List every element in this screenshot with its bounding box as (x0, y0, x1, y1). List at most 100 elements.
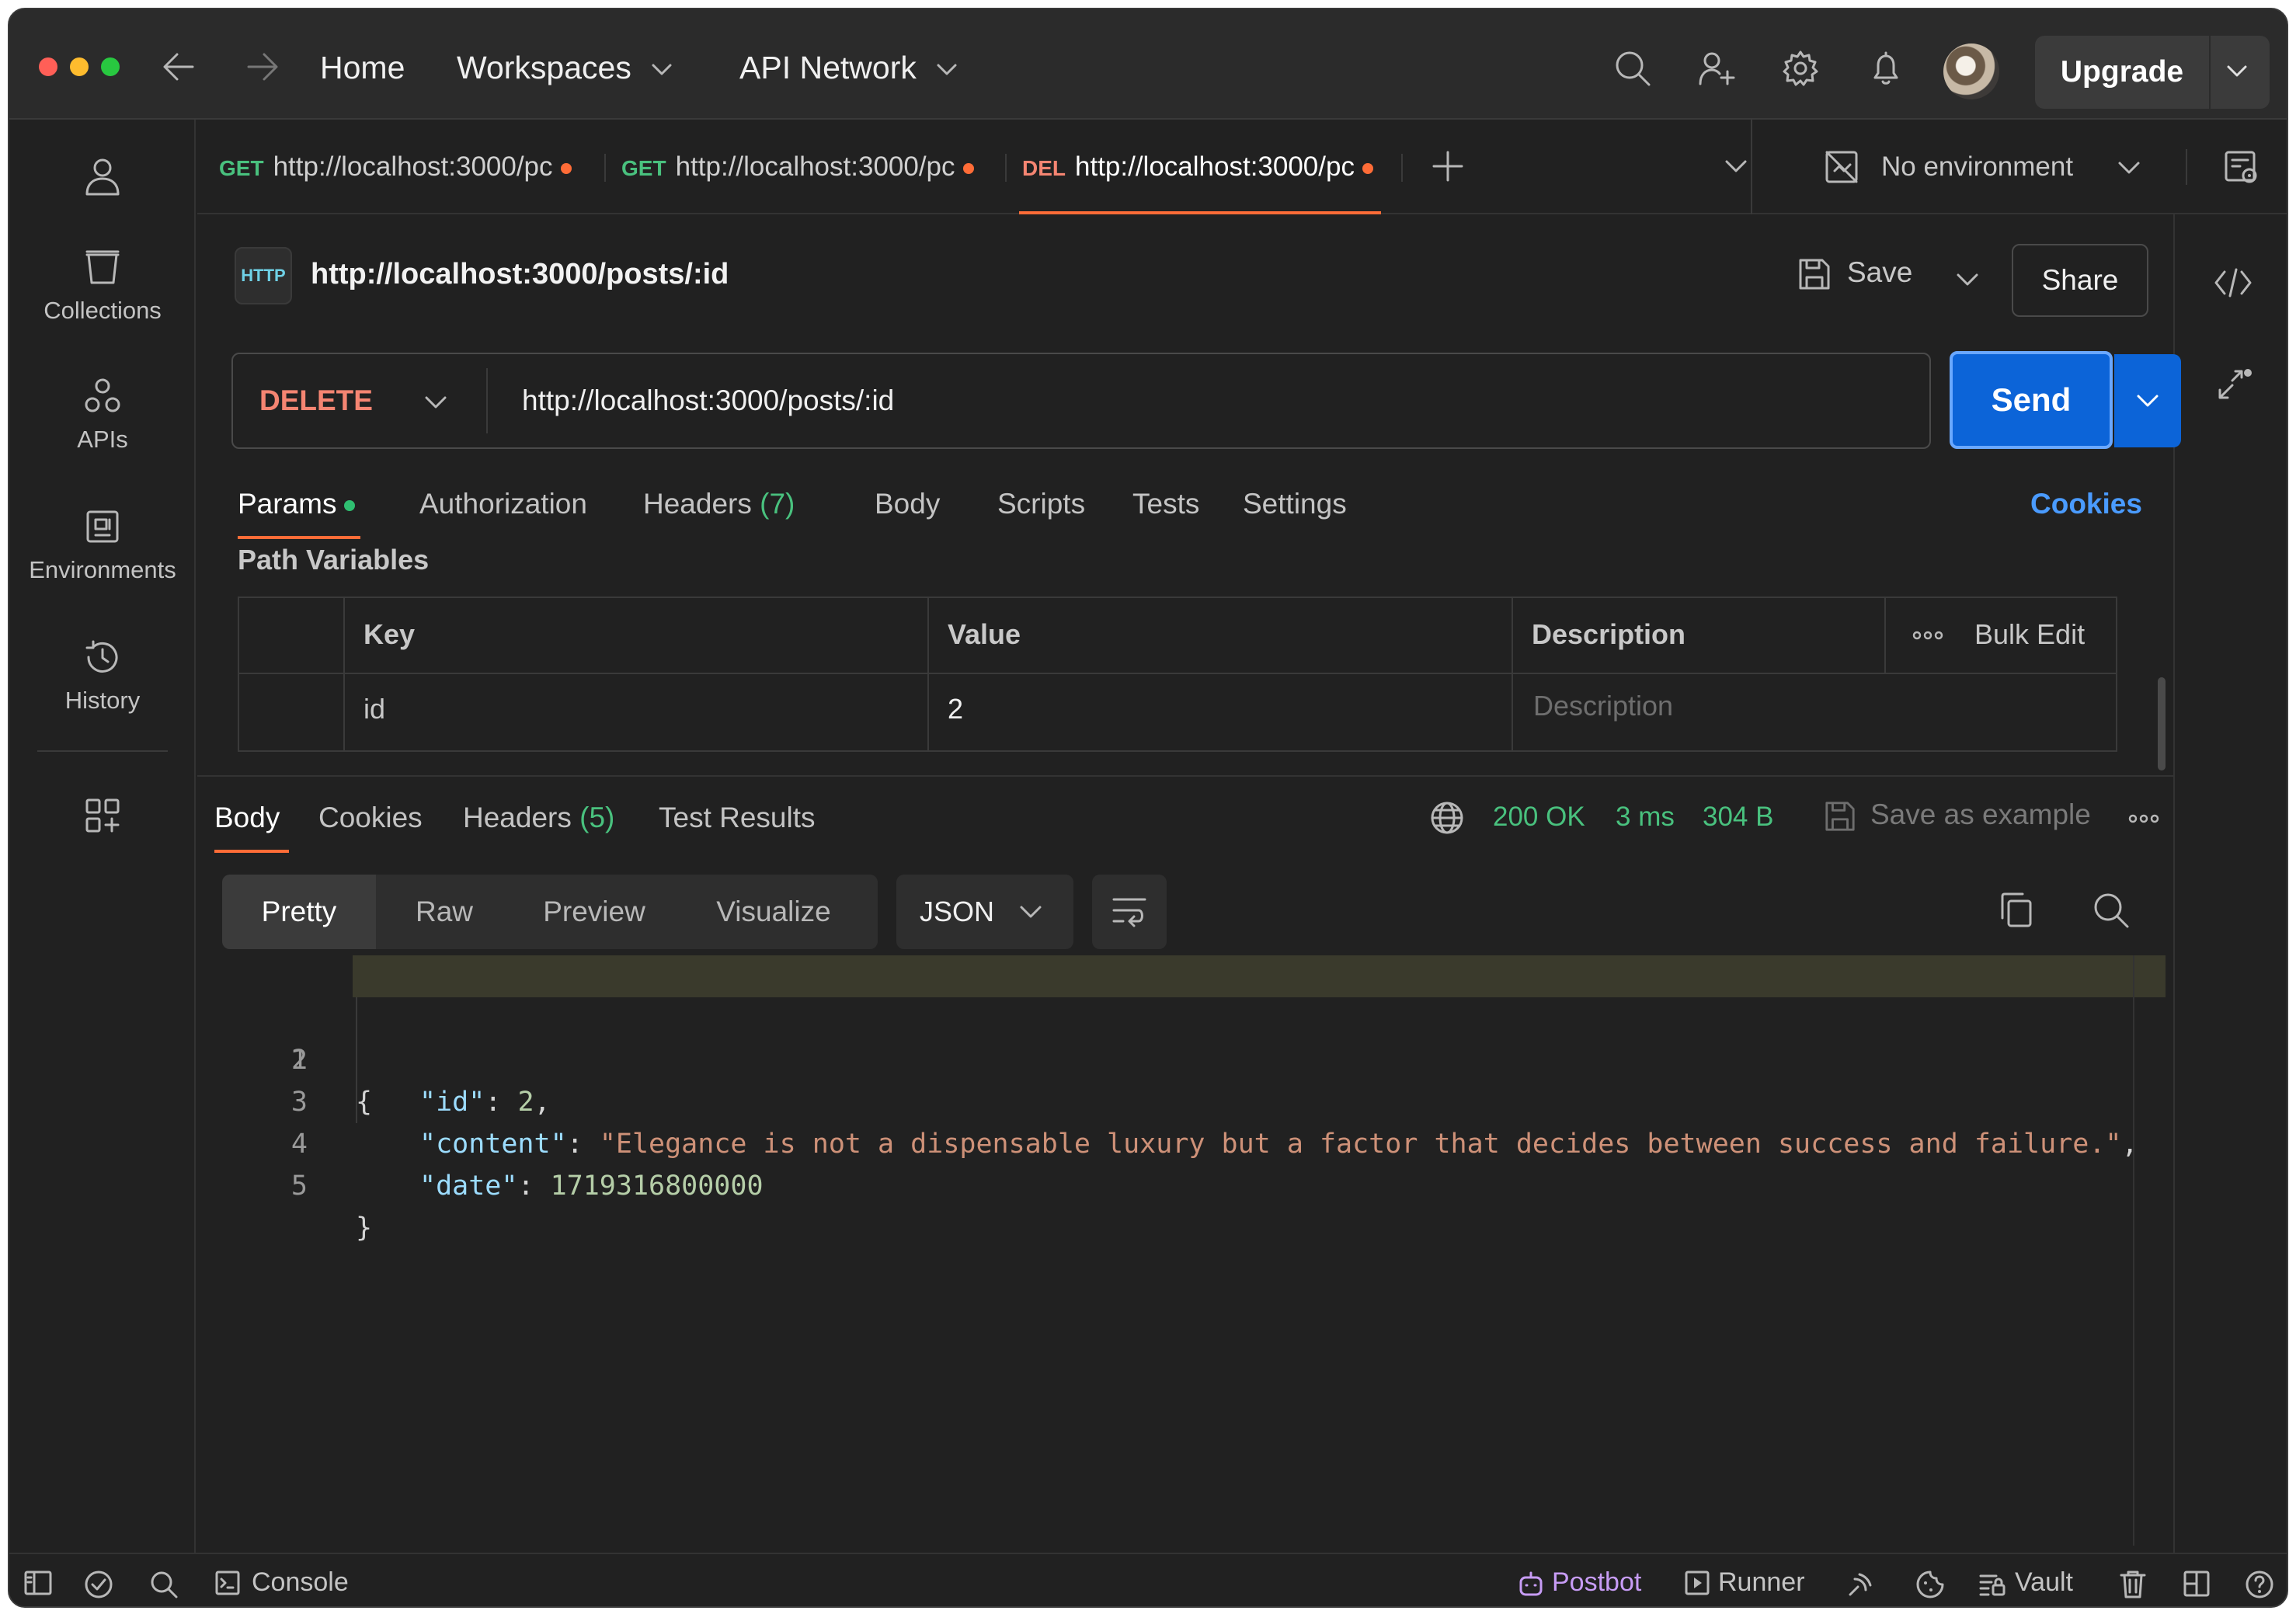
tab-tests[interactable]: Tests (1132, 488, 1199, 520)
environment-selector[interactable]: No environment (1881, 120, 2073, 214)
format-selector[interactable]: JSON (896, 875, 1073, 949)
tab-url: http://localhost:3000/pc (273, 151, 553, 182)
code-line: 1 { (222, 955, 2166, 1118)
back-arrow-icon[interactable] (162, 51, 196, 82)
response-size[interactable]: 304 B (1703, 802, 1773, 833)
home-link[interactable]: Home (320, 50, 405, 86)
cookies-icon[interactable] (1915, 1570, 1945, 1599)
forward-arrow-icon[interactable] (245, 51, 280, 82)
maximize-window-button[interactable] (101, 57, 120, 76)
status-bar: Console Postbot Runner Vault (9, 1553, 2287, 1606)
help-icon[interactable] (2245, 1570, 2274, 1599)
share-button[interactable]: Share (2012, 244, 2148, 317)
save-button[interactable]: Save (1797, 256, 1912, 291)
url-input[interactable]: http://localhost:3000/posts/:id (522, 354, 894, 447)
tab-headers[interactable]: Headers (7) (643, 488, 795, 520)
view-visualize[interactable]: Visualize (676, 875, 871, 949)
path-variable-value-input[interactable]: 2 (948, 693, 963, 725)
response-view-selector: Pretty Raw Preview Visualize (222, 875, 878, 949)
history-icon (85, 640, 118, 673)
upgrade-button[interactable]: Upgrade (2035, 36, 2270, 109)
tab-settings[interactable]: Settings (1243, 488, 1347, 520)
view-raw[interactable]: Raw (376, 875, 513, 949)
request-scrollbar[interactable] (2158, 677, 2166, 770)
wrap-lines-button[interactable] (1092, 875, 1167, 949)
save-options-chevron-icon[interactable] (1956, 272, 1979, 287)
close-window-button[interactable] (39, 57, 57, 76)
request-tab-active[interactable]: DEL http://localhost:3000/pc (1022, 120, 1379, 214)
chevron-down-icon[interactable] (2117, 160, 2141, 176)
view-preview[interactable]: Preview (513, 875, 676, 949)
tabs-overflow-chevron-icon[interactable] (1724, 158, 1748, 174)
code-scroll-track[interactable] (2133, 955, 2134, 1546)
response-tab-test-results[interactable]: Test Results (659, 802, 816, 834)
code-snippet-icon[interactable] (2214, 267, 2253, 298)
trash-icon[interactable] (2119, 1570, 2147, 1599)
bulk-edit-button[interactable]: Bulk Edit (1974, 618, 2085, 651)
tab-params[interactable]: Params (238, 488, 356, 520)
runner-button[interactable]: Runner (1718, 1554, 1805, 1606)
capture-requests-icon[interactable] (1845, 1570, 1875, 1599)
tab-authorization[interactable]: Authorization (419, 488, 587, 520)
send-button[interactable]: Send (1950, 351, 2113, 449)
sidebar-item-collections[interactable]: Collections (9, 249, 196, 325)
sidebar-item-history[interactable]: History (9, 638, 196, 715)
sidebar-item-environments[interactable]: Environments (9, 508, 196, 584)
settings-gear-icon[interactable] (1782, 50, 1819, 87)
response-tab-cookies[interactable]: Cookies (318, 802, 423, 834)
cookies-link[interactable]: Cookies (2030, 488, 2142, 520)
response-divider[interactable] (197, 775, 2173, 777)
search-icon[interactable] (1614, 50, 1651, 87)
column-header-description: Description (1532, 618, 1686, 650)
collections-icon (85, 250, 120, 284)
response-more-options-icon[interactable] (2128, 814, 2159, 823)
console-button[interactable]: Console (252, 1554, 349, 1606)
chevron-down-icon[interactable] (2225, 59, 2249, 84)
save-as-example-button[interactable]: Save as example (1824, 798, 2091, 833)
sidebar-item-account[interactable] (9, 157, 196, 196)
response-tab-body[interactable]: Body (214, 802, 280, 834)
method-chevron-down-icon[interactable] (424, 395, 447, 410)
postbot-button[interactable]: Postbot (1552, 1554, 1641, 1606)
related-collections-icon[interactable] (2217, 367, 2254, 404)
format-label: JSON (920, 896, 995, 927)
sidebar-item-apis[interactable]: APIs (9, 377, 196, 454)
send-options-button[interactable] (2114, 354, 2181, 447)
request-tab[interactable]: GET http://localhost:3000/pc (621, 120, 979, 214)
request-tab[interactable]: GET http://localhost:3000/pc (219, 120, 573, 214)
response-headers-count: (5) (579, 802, 615, 833)
new-tab-plus-icon[interactable] (1432, 151, 1463, 182)
sidebar-item-configure[interactable] (9, 797, 196, 834)
request-title[interactable]: http://localhost:3000/posts/:id (311, 258, 729, 291)
response-tab-headers[interactable]: Headers (5) (463, 802, 614, 834)
copy-icon[interactable] (1999, 892, 2033, 929)
sidebar-label: APIs (77, 426, 128, 453)
table-header-divider (239, 673, 2116, 674)
invite-user-icon[interactable] (1698, 50, 1735, 87)
vault-button[interactable]: Vault (2015, 1554, 2073, 1606)
sync-status-icon[interactable] (84, 1570, 113, 1599)
tab-body[interactable]: Body (875, 488, 940, 520)
left-sidebar: Collections APIs Environments History (9, 120, 196, 1553)
view-pretty[interactable]: Pretty (222, 875, 376, 949)
api-network-menu[interactable]: API Network (739, 50, 958, 86)
toggle-sidebar-icon[interactable] (23, 1570, 53, 1596)
find-replace-icon[interactable] (149, 1570, 179, 1599)
response-status[interactable]: 200 OK (1493, 802, 1585, 833)
more-options-icon[interactable] (1912, 631, 1943, 640)
tab-params-label: Params (238, 488, 337, 520)
notifications-bell-icon[interactable] (1867, 50, 1905, 87)
method-selector[interactable]: DELETE (259, 354, 373, 447)
path-variable-description-input[interactable]: Description (1533, 690, 1673, 722)
response-time[interactable]: 3 ms (1616, 802, 1675, 833)
response-body-code[interactable]: 1 { 2 "id": 2, 3 "content": "Elegance is… (222, 955, 2173, 1546)
user-avatar[interactable] (1943, 43, 1999, 99)
tab-scripts[interactable]: Scripts (997, 488, 1085, 520)
environment-quick-look-icon[interactable] (2223, 149, 2260, 186)
search-response-icon[interactable] (2092, 892, 2130, 929)
minimize-window-button[interactable] (70, 57, 89, 76)
two-pane-layout-icon[interactable] (2183, 1570, 2211, 1598)
globe-icon[interactable] (1429, 800, 1465, 836)
top-bar: Home Workspaces API Network Upgrade (9, 9, 2287, 120)
workspaces-menu[interactable]: Workspaces (457, 50, 673, 86)
